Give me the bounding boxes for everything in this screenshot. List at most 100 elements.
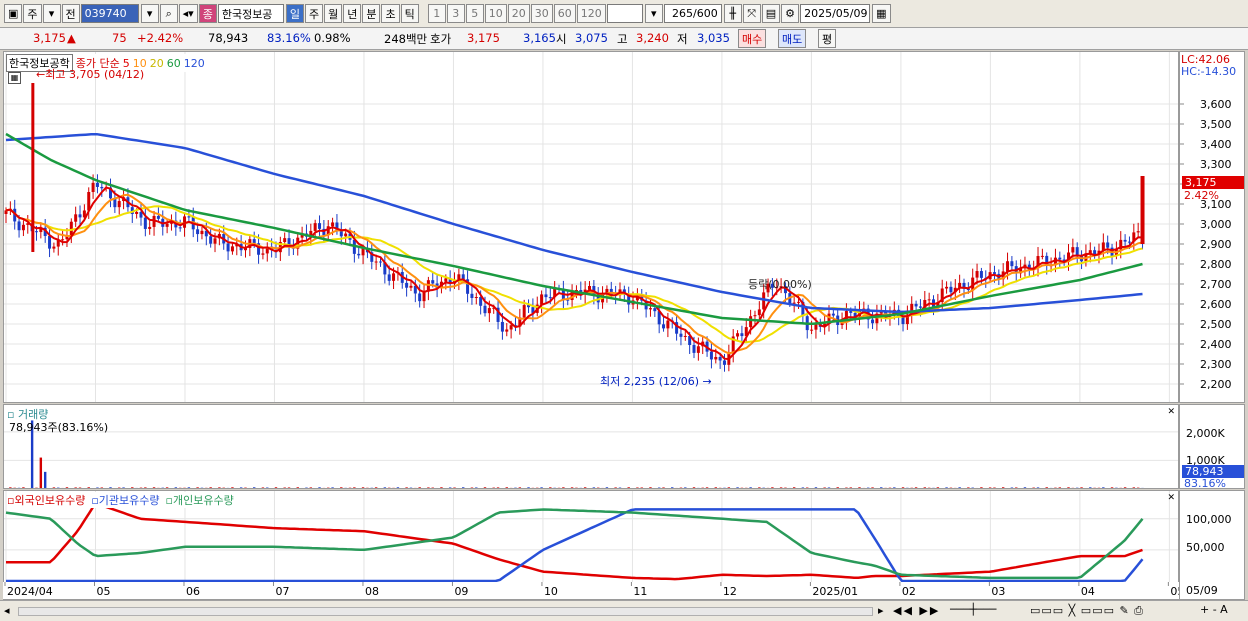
count-input[interactable]: 265/600 — [663, 4, 722, 23]
candle-body — [714, 356, 718, 360]
sell-button[interactable]: 매도 — [778, 29, 807, 48]
price-chart[interactable] — [4, 52, 1179, 403]
interval-tab[interactable]: 120 — [576, 4, 606, 23]
zoom-slider[interactable]: ───┼─── — [950, 603, 996, 616]
type-dropdown-icon[interactable]: ▾ — [42, 4, 61, 23]
volume-bar — [214, 488, 216, 489]
save-icon[interactable]: ▤ — [761, 4, 781, 23]
interval-tab[interactable]: 60 — [553, 4, 576, 23]
scroll-right-icon[interactable]: ▸ — [878, 604, 884, 617]
x-tick-label: 06 — [186, 585, 200, 598]
interval-tab[interactable]: 1 — [427, 4, 446, 23]
candle-body — [357, 253, 361, 256]
buy-button[interactable]: 매수 — [738, 29, 767, 48]
interval-input[interactable] — [606, 4, 643, 23]
interval-dropdown-icon[interactable]: ▾ — [644, 4, 663, 23]
high-label: 고 — [617, 32, 628, 46]
grid-icon[interactable]: ▦ — [8, 72, 21, 84]
volume-bar — [858, 487, 861, 488]
volume-bar — [279, 488, 281, 489]
period-tab[interactable]: 틱 — [400, 4, 419, 23]
volume-bar — [1071, 487, 1075, 488]
volume-bar — [1085, 488, 1087, 489]
volume-bar — [440, 487, 443, 488]
candle-body — [1040, 255, 1044, 257]
holdings-close-icon[interactable]: ✕ — [1167, 493, 1175, 503]
volume-close-icon[interactable]: ✕ — [1167, 407, 1175, 417]
calendar-icon[interactable]: ▦ — [872, 4, 891, 23]
x-tick-label: 02 — [902, 585, 916, 598]
legend-inst: ▫기관보유수량 — [91, 494, 160, 507]
code-input[interactable]: 039740 — [80, 4, 139, 23]
code-dropdown-icon[interactable]: ▾ — [140, 4, 159, 23]
candle-body — [331, 222, 335, 227]
interval-tab[interactable]: 30 — [530, 4, 553, 23]
volume-bar — [514, 487, 517, 488]
volume-bar — [540, 487, 543, 488]
scroll-left-icon[interactable]: ◂ — [4, 604, 10, 617]
volume-bar — [261, 487, 265, 488]
candle-body — [143, 217, 147, 229]
volume-chart[interactable] — [4, 405, 1179, 489]
speaker-icon[interactable]: ◂▾ — [178, 4, 198, 23]
price-chart-panel[interactable]: 한국정보공학 종가 단순 5 10 20 60 120 ▦ ←최고 3,705 … — [3, 51, 1179, 403]
volume-bar — [627, 487, 630, 488]
volume-panel[interactable]: ▫ 거래량 78,943주(83.16%) ✕ — [3, 404, 1179, 489]
period-tab[interactable]: 분 — [362, 4, 381, 23]
crosshair-icon[interactable]: ⤧ — [742, 4, 761, 23]
volume-bar — [414, 487, 417, 488]
volume-bar — [605, 487, 609, 488]
interval-tab[interactable]: 5 — [465, 4, 484, 23]
even-button[interactable]: 평 — [818, 29, 837, 48]
volume-bar — [423, 488, 425, 489]
scrollbar[interactable] — [18, 607, 873, 616]
candle-icon[interactable]: ╫ — [723, 4, 742, 23]
volume-bar — [592, 487, 596, 488]
volume-bar — [1041, 488, 1043, 489]
candle-body — [483, 305, 487, 314]
nav-icons[interactable]: ◀◀ ▶▶ — [893, 604, 940, 617]
interval-tab[interactable]: 3 — [446, 4, 465, 23]
volume-bar — [183, 487, 186, 488]
period-tab[interactable]: 일 — [285, 4, 304, 23]
candle-body — [509, 325, 513, 330]
x-tick-label: 10 — [544, 585, 558, 598]
period-tab[interactable]: 월 — [324, 4, 343, 23]
zoom-controls[interactable]: + - A — [1200, 603, 1228, 616]
x-tick-label: 12 — [723, 585, 737, 598]
volume-bar — [1110, 487, 1114, 488]
window-icon[interactable]: ▣ — [4, 4, 23, 23]
interval-tab[interactable]: 20 — [507, 4, 530, 23]
legend-ma20: 20 — [149, 56, 164, 70]
volume-bar — [479, 488, 481, 489]
candle-body — [718, 356, 722, 361]
volume-bar — [266, 487, 269, 488]
candle-body — [165, 223, 169, 227]
search-icon[interactable]: ⌕ — [159, 4, 178, 23]
candle-body — [474, 296, 478, 298]
volume-bar — [810, 488, 812, 489]
volume-bar — [954, 487, 957, 488]
ma10-line — [5, 193, 1143, 355]
volume-bar — [1010, 487, 1014, 488]
legend-foreign: ▫외국인보유수량 — [7, 494, 86, 507]
volume-bar — [849, 487, 852, 488]
candle-body — [422, 291, 426, 302]
period-tab[interactable]: 주 — [304, 4, 324, 23]
date-input[interactable]: 2025/05/09 — [800, 4, 871, 23]
tool-icons[interactable]: ▭▭▭ ╳ ▭▭▭ ✎ ⎙ — [1030, 604, 1144, 618]
volume-bar — [178, 487, 182, 488]
price-tick-label: 2,400 — [1200, 338, 1232, 351]
turnover-rate: 0.98% — [314, 31, 351, 45]
interval-tab[interactable]: 10 — [484, 4, 507, 23]
type-select[interactable]: 주 — [23, 4, 42, 23]
candle-body — [470, 293, 474, 298]
volume-bar — [745, 487, 748, 488]
volume-bar — [348, 487, 352, 488]
volume-bar — [601, 487, 604, 488]
candle-body — [48, 236, 52, 249]
period-tab[interactable]: 초 — [381, 4, 400, 23]
period-tab[interactable]: 년 — [343, 4, 362, 23]
prev-button[interactable]: 전 — [61, 4, 80, 23]
gear-icon[interactable]: ⚙ — [781, 4, 800, 23]
